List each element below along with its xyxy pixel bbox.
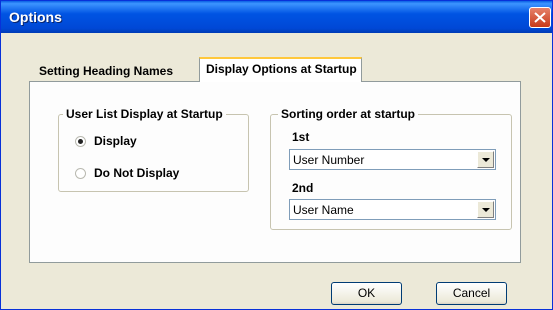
first-sort-value: User Number — [293, 153, 365, 167]
close-icon — [534, 12, 546, 23]
do-not-display-radio-label: Do Not Display — [94, 166, 180, 180]
radio-selected-dot — [78, 139, 83, 144]
second-sort-value: User Name — [293, 203, 354, 217]
second-sort-dropdown-button[interactable] — [477, 201, 494, 218]
chevron-down-icon — [482, 158, 490, 162]
chevron-down-icon — [482, 208, 490, 212]
radio-icon — [75, 136, 86, 147]
display-radio[interactable]: Display — [75, 134, 245, 152]
first-sort-select[interactable]: User Number — [289, 149, 496, 170]
window-title: Options — [9, 9, 62, 25]
first-sort-dropdown-button[interactable] — [477, 151, 494, 168]
close-button[interactable] — [529, 7, 551, 28]
second-sort-select[interactable]: User Name — [289, 199, 496, 220]
second-sort-label: 2nd — [292, 181, 314, 195]
title-bar[interactable]: Options — [1, 1, 552, 33]
display-radio-label: Display — [94, 134, 137, 148]
sorting-order-legend: Sorting order at startup — [278, 107, 419, 121]
do-not-display-radio[interactable]: Do Not Display — [75, 166, 245, 184]
options-dialog: Options Setting Heading Names Display Op… — [0, 0, 553, 310]
cancel-button[interactable]: Cancel — [436, 282, 507, 305]
user-list-display-legend: User List Display at Startup — [63, 107, 226, 121]
tab-setting-heading-names[interactable]: Setting Heading Names — [39, 61, 173, 81]
radio-icon — [75, 168, 86, 179]
first-sort-label: 1st — [292, 130, 310, 144]
tab-display-options-at-startup[interactable]: Display Options at Startup — [199, 57, 362, 82]
ok-button[interactable]: OK — [331, 282, 402, 305]
